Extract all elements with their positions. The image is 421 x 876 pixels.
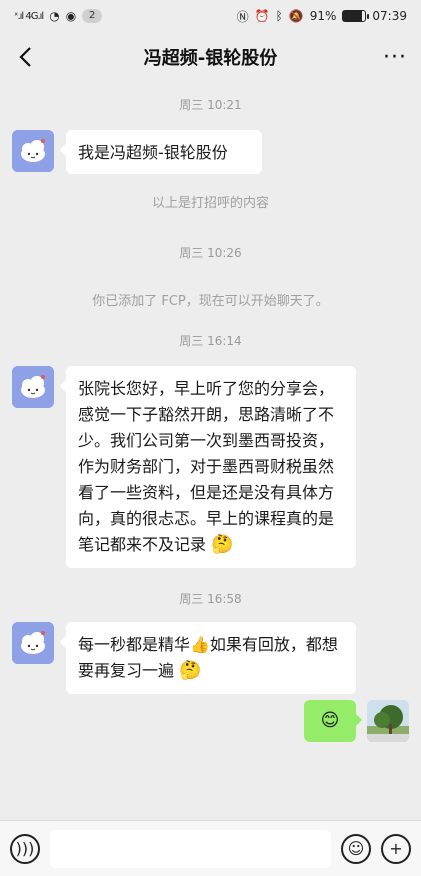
voice-icon: ))) (15, 839, 35, 858)
alarm-icon: ⏰ (254, 9, 270, 23)
smile-emoji-icon: 😊 (320, 710, 340, 731)
my-avatar[interactable] (367, 700, 409, 742)
my-message-bubble[interactable]: 😊 (304, 700, 362, 742)
input-bar: ))) ☺ + (0, 820, 421, 876)
message-text: 张院长您好，早上听了您的分享会，感觉一下子豁然开朗，思路清晰了不少。我们公司第一… (78, 379, 335, 554)
timestamp: 周三 10:26 (179, 246, 242, 260)
eye-icon: ◉ (65, 9, 77, 23)
timestamp: 周三 10:21 (179, 98, 242, 112)
emoji-button[interactable]: ☺ (341, 833, 371, 864)
plus-icon: + (389, 839, 403, 858)
timestamp: 周三 16:58 (179, 592, 242, 606)
avatar[interactable] (12, 130, 54, 172)
wifi-icon: ◔ (49, 9, 60, 23)
more-button[interactable]: ··· (379, 40, 411, 74)
cloud-avatar-icon (12, 622, 54, 664)
tree-photo-icon (367, 700, 409, 742)
chat-title: 冯超频-银轮股份 (143, 48, 278, 69)
system-message: 你已添加了 FCP，现在可以开始聊天了。 (92, 294, 329, 309)
chat-header: 冯超频-银轮股份 ··· (0, 32, 421, 82)
message-bubble[interactable]: 每一秒都是精华👍如果有回放，都想要再复习一遍 🤔 (60, 622, 356, 694)
more-icon: ··· (383, 44, 407, 70)
plus-button[interactable]: + (381, 833, 411, 864)
message-bubble[interactable]: 我是冯超频-银轮股份 (60, 130, 262, 174)
emoji-icon: ☺ (347, 839, 365, 858)
signal-icon: ˣ.ıl 4G.ıl (14, 10, 44, 22)
thinking-emoji-icon: 🤔 (179, 660, 202, 681)
timestamp: 周三 16:14 (179, 334, 242, 348)
notification-count: 2 (82, 9, 103, 23)
mute-icon: 🔕 (288, 9, 304, 23)
bluetooth-icon: ᛒ (275, 9, 283, 23)
chevron-left-icon (19, 47, 31, 67)
voice-button[interactable]: ))) (10, 833, 40, 864)
message-text: 每一秒都是精华👍如果有回放，都想要再复习一遍 (78, 635, 338, 680)
cloud-avatar-icon (12, 366, 54, 408)
clock: 07:39 (372, 9, 407, 23)
message-input[interactable] (50, 829, 331, 868)
status-bar: ˣ.ıl 4G.ıl ◔ ◉ 2 Ⓝ ⏰ ᛒ 🔕 91% 07:39 (0, 0, 421, 32)
thinking-emoji-icon: 🤔 (211, 534, 234, 555)
battery-percent: 91% (309, 9, 337, 23)
cloud-avatar-icon (12, 130, 54, 172)
nfc-icon: Ⓝ (236, 9, 249, 24)
battery-icon (342, 10, 370, 22)
message-bubble[interactable]: 张院长您好，早上听了您的分享会，感觉一下子豁然开朗，思路清晰了不少。我们公司第一… (60, 366, 356, 568)
system-message: 以上是打招呼的内容 (151, 196, 269, 211)
avatar[interactable] (12, 366, 54, 408)
back-button[interactable] (10, 40, 40, 74)
avatar[interactable] (12, 622, 54, 664)
